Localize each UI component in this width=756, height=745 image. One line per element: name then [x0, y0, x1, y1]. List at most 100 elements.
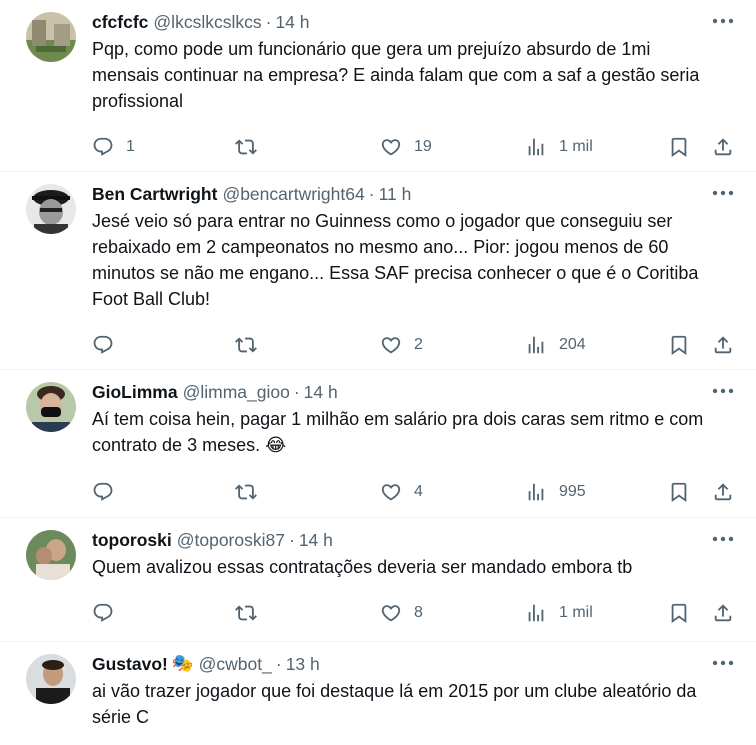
action-bar: 1 19 1 mil	[92, 126, 740, 172]
like-icon	[380, 481, 402, 503]
timestamp[interactable]: 14 h	[275, 12, 309, 33]
more-icon[interactable]	[712, 14, 734, 28]
action-bar: 8 1 mil	[92, 592, 740, 638]
display-name[interactable]: toporoski	[92, 530, 172, 551]
avatar[interactable]	[26, 530, 76, 580]
like-icon	[380, 136, 402, 158]
share-button[interactable]	[712, 481, 734, 503]
reply-count: 1	[126, 138, 135, 155]
retweet-icon	[235, 602, 257, 624]
avatar[interactable]	[26, 654, 76, 704]
view-count: 1 mil	[559, 604, 593, 621]
more-icon[interactable]	[712, 186, 734, 200]
tweet[interactable]: Ben Cartwright @bencartwright64 · 11 h J…	[0, 172, 756, 370]
action-bar: 4 995	[92, 471, 740, 517]
reply-icon	[92, 334, 114, 356]
user-handle[interactable]: @lkcslkcslkcs	[153, 12, 261, 33]
like-count: 8	[414, 604, 423, 621]
like-button[interactable]: 4	[380, 481, 423, 503]
share-icon	[712, 334, 734, 356]
tweet-text-container: Aí tem coisa hein, pagar 1 milhão em sal…	[92, 406, 740, 459]
bookmark-button[interactable]	[668, 481, 690, 503]
share-button[interactable]	[712, 334, 734, 356]
view-count: 204	[559, 336, 586, 353]
views-icon	[525, 334, 547, 356]
views-button[interactable]: 204	[525, 334, 586, 356]
bookmark-button[interactable]	[668, 136, 690, 158]
bookmark-icon	[668, 136, 690, 158]
avatar[interactable]	[26, 12, 76, 62]
retweet-button[interactable]	[235, 334, 257, 356]
like-button[interactable]: 8	[380, 602, 423, 624]
timestamp[interactable]: 14 h	[304, 382, 338, 403]
view-count: 995	[559, 483, 586, 500]
display-name[interactable]: Ben Cartwright	[92, 184, 217, 205]
reply-button[interactable]	[92, 334, 114, 356]
views-button[interactable]: 1 mil	[525, 136, 593, 158]
display-name[interactable]: GioLimma	[92, 382, 178, 403]
bookmark-icon	[668, 334, 690, 356]
tweet[interactable]: Gustavo! 🎭 @cwbot_ · 13 h ai vão trazer …	[0, 642, 756, 745]
views-icon	[525, 136, 547, 158]
user-handle[interactable]: @bencartwright64	[222, 184, 364, 205]
share-icon	[712, 602, 734, 624]
reply-button[interactable]	[92, 481, 114, 503]
share-icon	[712, 136, 734, 158]
timestamp[interactable]: 11 h	[379, 184, 412, 205]
masks-emoji: 🎭	[171, 654, 194, 674]
retweet-button[interactable]	[235, 481, 257, 503]
avatar[interactable]	[26, 184, 76, 234]
separator: ·	[368, 183, 375, 204]
views-icon	[525, 481, 547, 503]
bookmark-button[interactable]	[668, 602, 690, 624]
view-count: 1 mil	[559, 138, 593, 155]
timestamp[interactable]: 14 h	[299, 530, 333, 551]
share-button[interactable]	[712, 602, 734, 624]
like-icon	[380, 602, 402, 624]
more-icon[interactable]	[712, 532, 734, 546]
reply-button[interactable]	[92, 602, 114, 624]
more-icon[interactable]	[712, 656, 734, 670]
avatar[interactable]	[26, 382, 76, 432]
like-count: 19	[414, 138, 432, 155]
like-button[interactable]: 19	[380, 136, 432, 158]
views-button[interactable]: 995	[525, 481, 586, 503]
like-count: 4	[414, 483, 423, 500]
tweet[interactable]: toporoski @toporoski87 · 14 h Quem avali…	[0, 518, 756, 642]
retweet-button[interactable]	[235, 136, 257, 158]
timestamp[interactable]: 13 h	[286, 654, 320, 675]
more-icon[interactable]	[712, 384, 734, 398]
tweet-text: Pqp, como pode um funcionário que gera u…	[92, 39, 700, 111]
separator: ·	[265, 11, 272, 32]
tweet-header: cfcfcfc @lkcslkcslkcs · 14 h	[92, 10, 740, 34]
reply-button[interactable]: 1	[92, 136, 135, 158]
share-icon	[712, 481, 734, 503]
tweet[interactable]: GioLimma @limma_gioo · 14 h Aí tem coisa…	[0, 370, 756, 518]
share-button[interactable]	[712, 136, 734, 158]
display-name[interactable]: cfcfcfc	[92, 12, 148, 33]
bookmark-icon	[668, 602, 690, 624]
tweet[interactable]: cfcfcfc @lkcslkcslkcs · 14 h Pqp, como p…	[0, 0, 756, 172]
tweet-header: toporoski @toporoski87 · 14 h	[92, 528, 740, 552]
display-name[interactable]: Gustavo!	[92, 654, 168, 675]
separator: ·	[288, 529, 295, 550]
retweet-icon	[235, 481, 257, 503]
tweet-header: Gustavo! 🎭 @cwbot_ · 13 h	[92, 652, 740, 676]
reply-feed: cfcfcfc @lkcslkcslkcs · 14 h Pqp, como p…	[0, 0, 756, 745]
retweet-icon	[235, 334, 257, 356]
views-button[interactable]: 1 mil	[525, 602, 593, 624]
user-handle[interactable]: @cwbot_	[199, 654, 272, 675]
like-button[interactable]: 2	[380, 334, 423, 356]
retweet-button[interactable]	[235, 602, 257, 624]
user-handle[interactable]: @limma_gioo	[183, 382, 290, 403]
user-handle[interactable]: @toporoski87	[177, 530, 285, 551]
separator: ·	[293, 381, 300, 402]
reply-icon	[92, 481, 114, 503]
tweet-text: ai vão trazer jogador que foi destaque l…	[92, 681, 697, 727]
like-count: 2	[414, 336, 423, 353]
bookmark-button[interactable]	[668, 334, 690, 356]
like-icon	[380, 334, 402, 356]
tweet-text: Aí tem coisa hein, pagar 1 milhão em sal…	[92, 409, 704, 455]
laughing-emoji: 😂	[265, 435, 287, 456]
tweet-header: GioLimma @limma_gioo · 14 h	[92, 380, 740, 404]
